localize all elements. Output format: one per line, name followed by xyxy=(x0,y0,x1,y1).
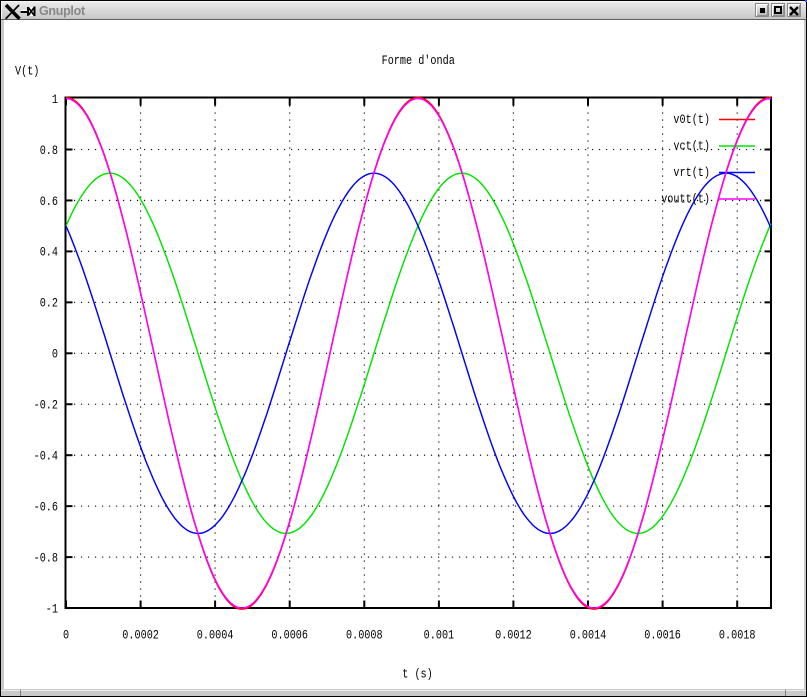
svg-text:vct(t): vct(t) xyxy=(673,139,710,154)
svg-text:vrt(t): vrt(t) xyxy=(673,165,710,180)
svg-text:t (s): t (s) xyxy=(402,666,433,681)
svg-text:-0.8: -0.8 xyxy=(34,550,58,565)
svg-text:0.0018: 0.0018 xyxy=(719,628,756,643)
svg-text:0.4: 0.4 xyxy=(40,245,58,260)
svg-text:0.0012: 0.0012 xyxy=(495,628,532,643)
svg-text:Forme d'onda: Forme d'onda xyxy=(382,53,455,68)
svg-text:1: 1 xyxy=(52,92,58,107)
svg-text:0: 0 xyxy=(52,347,58,362)
svg-text:-1: -1 xyxy=(46,601,58,616)
svg-text:0.8: 0.8 xyxy=(40,143,58,158)
svg-text:0.0006: 0.0006 xyxy=(271,628,308,643)
svg-text:0: 0 xyxy=(63,628,69,643)
svg-text:0.001: 0.001 xyxy=(424,628,455,643)
svg-text:-0.2: -0.2 xyxy=(34,398,58,413)
svg-text:0.0004: 0.0004 xyxy=(197,628,234,643)
svg-text:v0t(t): v0t(t) xyxy=(673,112,710,127)
svg-text:-0.4: -0.4 xyxy=(34,449,59,464)
svg-text:V(t): V(t) xyxy=(15,64,39,79)
svg-text:0.0014: 0.0014 xyxy=(570,628,607,643)
svg-text:-0.6: -0.6 xyxy=(34,500,58,515)
svg-text:0.0016: 0.0016 xyxy=(644,628,681,643)
svg-text:0.2: 0.2 xyxy=(40,296,58,311)
svg-text:0.0002: 0.0002 xyxy=(122,628,159,643)
svg-text:voutt(t): voutt(t) xyxy=(661,192,710,207)
svg-text:0.0008: 0.0008 xyxy=(346,628,383,643)
svg-text:0.6: 0.6 xyxy=(40,194,58,209)
